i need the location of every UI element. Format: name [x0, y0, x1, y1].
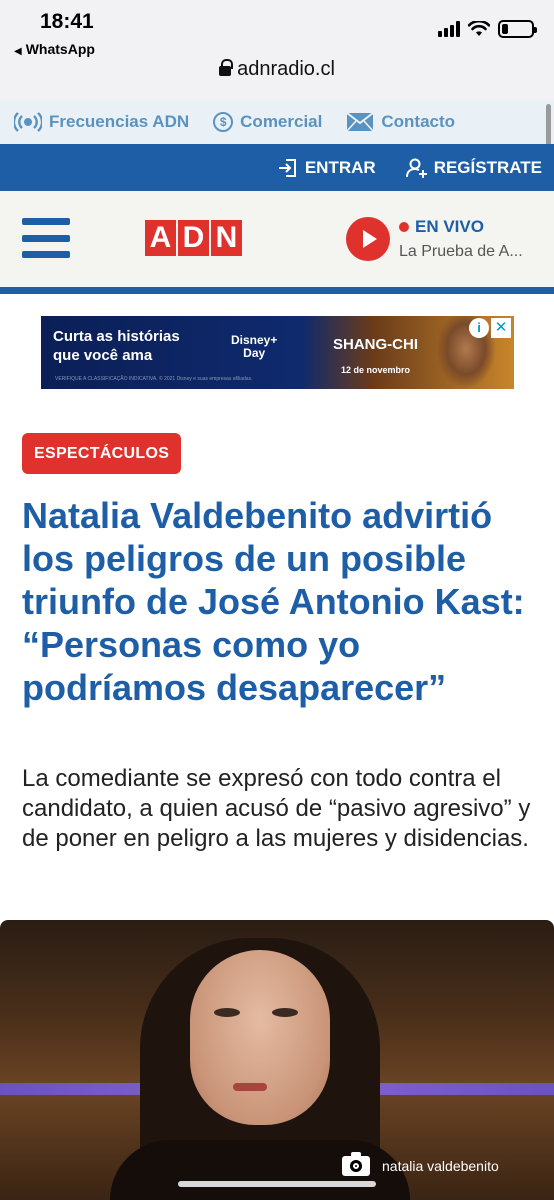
ad-headline: Curta as histórias que você ama — [53, 327, 180, 365]
login-label: ENTRAR — [304, 157, 376, 177]
battery-icon — [498, 20, 537, 38]
battery-level — [502, 24, 508, 34]
live-dot-icon — [399, 222, 409, 232]
login-link[interactable]: ENTRAR — [277, 157, 376, 179]
utility-nav: Frecuencias ADN $ Comercial Contacto — [0, 100, 554, 144]
ad-banner[interactable]: Curta as histórias que você ama Disney+ … — [41, 316, 514, 389]
envelope-icon — [346, 112, 374, 132]
article-summary: La comediante se expresó con todo contra… — [22, 765, 531, 852]
hamburger-menu-icon[interactable] — [22, 218, 70, 258]
play-icon[interactable] — [346, 217, 390, 261]
back-triangle-icon: ◀ — [14, 46, 22, 57]
utility-link-contacto[interactable]: Contacto — [346, 112, 455, 132]
status-time: 18:41 — [40, 10, 94, 33]
status-icons — [438, 20, 537, 38]
ad-headline-line: Curta as histórias — [53, 328, 180, 345]
account-bar: ENTRAR REGÍSTRATE — [0, 144, 554, 191]
photo-caption-text: natalia valdebenito — [382, 1158, 499, 1174]
disney-plus-day-logo: Disney+ Day — [231, 334, 277, 360]
logo-letter: N — [211, 220, 242, 256]
header-divider — [0, 287, 554, 294]
lock-icon — [219, 59, 234, 76]
wifi-icon — [468, 21, 490, 36]
login-arrow-icon — [278, 158, 296, 177]
cell-signal-icon — [438, 21, 460, 37]
utility-link-label: Comercial — [240, 112, 323, 131]
ad-fine-print: VERIFIQUE A CLASSIFICAÇÃO INDICATIVA. © … — [55, 376, 253, 382]
camera-icon — [342, 1152, 370, 1176]
live-label: EN VIVO — [415, 217, 484, 236]
url-text: adnradio.cl — [237, 58, 335, 80]
live-player[interactable]: EN VIVO La Prueba de A... — [399, 217, 539, 261]
ad-headline-line: que você ama — [53, 347, 153, 364]
register-link[interactable]: REGÍSTRATE — [405, 157, 542, 179]
user-add-icon — [405, 158, 427, 178]
address-bar[interactable]: adnradio.cl — [0, 58, 554, 81]
utility-link-label: Contacto — [381, 112, 456, 131]
radio-waves-icon — [14, 112, 42, 132]
back-app-label: WhatsApp — [25, 41, 95, 57]
back-to-app-link[interactable]: ◀ WhatsApp — [14, 41, 95, 57]
ad-close-icon[interactable]: ✕ — [491, 318, 511, 338]
utility-link-comercial[interactable]: $ Comercial — [213, 112, 322, 132]
live-title: EN VIVO — [399, 217, 539, 237]
utility-link-label: Frecuencias ADN — [49, 112, 190, 131]
register-label: REGÍSTRATE — [433, 157, 542, 177]
adn-logo[interactable]: A D N — [145, 220, 242, 256]
ad-date: 12 de novembro — [341, 365, 411, 375]
article-headline: Natalia Valdebenito advirtió los peligro… — [22, 495, 525, 708]
ad-movie-title: SHANG-CHI — [333, 336, 418, 353]
section-badge[interactable]: ESPECTÁCULOS — [22, 433, 182, 474]
status-bar: 18:41 ◀ WhatsApp adnradio.cl — [0, 0, 554, 100]
dollar-coin-icon: $ — [213, 112, 234, 132]
ad-info-icon[interactable]: i — [469, 318, 489, 338]
ad-brand-line: Day — [243, 346, 266, 360]
live-show-name: La Prueba de A... — [399, 243, 523, 260]
utility-link-frecuencias[interactable]: Frecuencias ADN — [14, 112, 189, 132]
logo-letter: A — [145, 220, 176, 256]
photo-caption: natalia valdebenito — [342, 1152, 499, 1176]
logo-letter: D — [178, 220, 209, 256]
home-indicator[interactable] — [178, 1181, 376, 1187]
